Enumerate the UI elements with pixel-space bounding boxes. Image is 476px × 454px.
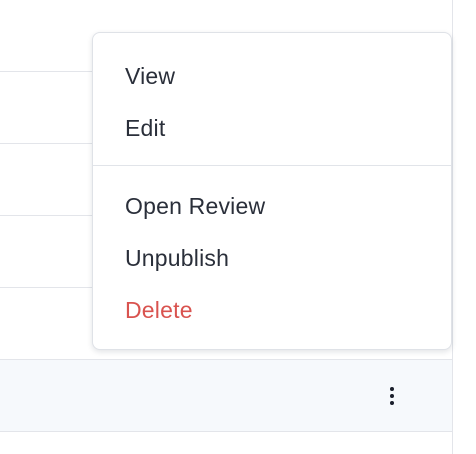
more-vertical-icon[interactable] [378, 380, 406, 412]
more-dot [390, 387, 394, 391]
page-gutter [453, 0, 476, 454]
menu-item-open-review[interactable]: Open Review [125, 192, 265, 220]
more-dot [390, 394, 394, 398]
table-row[interactable] [0, 432, 452, 454]
menu-divider [93, 165, 451, 166]
menu-item-view[interactable]: View [125, 62, 175, 90]
menu-item-unpublish[interactable]: Unpublish [125, 244, 229, 272]
more-dot [390, 401, 394, 405]
row-actions-menu: View Edit Open Review Unpublish Delete [92, 32, 452, 350]
menu-item-delete[interactable]: Delete [125, 296, 193, 324]
menu-item-edit[interactable]: Edit [125, 114, 165, 142]
